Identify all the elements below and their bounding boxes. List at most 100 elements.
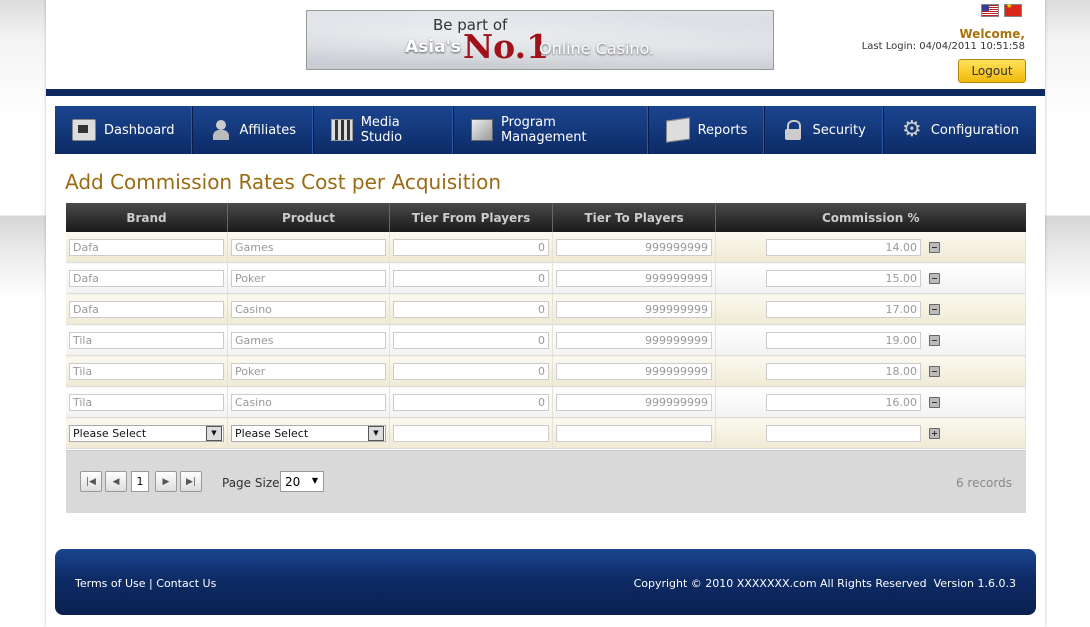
commission-field[interactable]: 17.00 bbox=[766, 300, 921, 318]
tier-from-field[interactable]: 0 bbox=[393, 331, 549, 349]
casino-banner[interactable]: Be part of Asia's No.1 Online Casino. bbox=[306, 10, 774, 70]
remove-row-icon[interactable] bbox=[929, 241, 940, 253]
tier-from-field[interactable]: 0 bbox=[393, 269, 549, 287]
column-header-commission[interactable]: Commission % bbox=[715, 203, 1026, 232]
footer-copyright: Copyright © 2010 XXXXXXX.com All Rights … bbox=[634, 577, 1016, 590]
nav-dashboard[interactable]: Dashboard bbox=[55, 106, 193, 154]
record-count: 6 records bbox=[955, 476, 1012, 490]
brand-field[interactable]: Tila bbox=[69, 362, 224, 380]
column-header-brand[interactable]: Brand bbox=[66, 203, 228, 232]
remove-row-icon[interactable] bbox=[929, 303, 940, 315]
column-header-tier-from[interactable]: Tier From Players bbox=[389, 203, 553, 232]
nav-label: Dashboard bbox=[104, 122, 175, 138]
nav-program-management[interactable]: Program Management bbox=[454, 106, 649, 154]
column-header-product[interactable]: Product bbox=[227, 203, 390, 232]
new-tier-from-input[interactable] bbox=[393, 424, 549, 442]
nav-security[interactable]: Security bbox=[765, 106, 884, 154]
table-row: Tila Games 0 999999999 19.00 bbox=[66, 324, 1026, 356]
tier-to-field[interactable]: 999999999 bbox=[556, 238, 712, 256]
next-page-icon[interactable]: ▶ bbox=[155, 471, 177, 492]
tier-to-field[interactable]: 999999999 bbox=[556, 300, 712, 318]
brand-field[interactable]: Tila bbox=[69, 393, 224, 411]
tier-from-field[interactable]: 0 bbox=[393, 238, 549, 256]
nav-media-studio[interactable]: Media Studio bbox=[314, 106, 455, 154]
dropdown-arrow-icon[interactable]: ▼ bbox=[368, 425, 384, 441]
remove-row-icon[interactable] bbox=[929, 272, 940, 284]
nav-label: Media Studio bbox=[360, 115, 403, 145]
nav-label: Program Management bbox=[500, 115, 587, 145]
new-row: Please Select ▼ Please Select ▼ bbox=[66, 417, 1026, 449]
product-field[interactable]: Casino bbox=[231, 393, 386, 411]
nav-affiliates[interactable]: Affiliates bbox=[193, 106, 315, 154]
main-nav: Dashboard Affiliates Media Studio Progra… bbox=[55, 106, 1036, 154]
remove-row-icon[interactable] bbox=[929, 334, 940, 346]
dropdown-arrow-icon[interactable]: ▼ bbox=[206, 425, 222, 441]
table-row: Tila Casino 0 999999999 16.00 bbox=[66, 386, 1026, 418]
brand-field[interactable]: Dafa bbox=[69, 238, 224, 256]
commission-field[interactable]: 15.00 bbox=[766, 269, 921, 287]
nav-label: Affiliates bbox=[239, 122, 297, 138]
page-size-label: Page Size bbox=[222, 476, 280, 490]
footer-links: Terms of Use | Contact Us bbox=[75, 577, 216, 590]
new-commission-input[interactable] bbox=[766, 424, 921, 442]
page: Be part of Asia's No.1 Online Casino. We… bbox=[46, 0, 1045, 627]
last-page-icon[interactable]: ▶| bbox=[180, 471, 202, 492]
product-field[interactable]: Poker bbox=[231, 362, 386, 380]
column-header-tier-to[interactable]: Tier To Players bbox=[552, 203, 716, 232]
contact-link[interactable]: Contact Us bbox=[156, 577, 216, 590]
commission-field[interactable]: 18.00 bbox=[766, 362, 921, 380]
product-field[interactable]: Games bbox=[231, 238, 386, 256]
commission-field[interactable]: 19.00 bbox=[766, 331, 921, 349]
copyright-text: Copyright © 2010 XXXXXXX.com All Rights … bbox=[633, 577, 927, 590]
add-row-icon[interactable] bbox=[929, 427, 940, 439]
logout-button[interactable]: Logout bbox=[958, 59, 1026, 83]
report-icon bbox=[665, 117, 690, 143]
tier-from-field[interactable]: 0 bbox=[393, 300, 549, 318]
banner-asia: Asia's bbox=[405, 37, 461, 57]
nav-reports[interactable]: Reports bbox=[649, 106, 766, 154]
commission-field[interactable]: 16.00 bbox=[766, 393, 921, 411]
product-select-value: Please Select bbox=[235, 426, 309, 440]
china-flag-icon[interactable] bbox=[1004, 2, 1022, 17]
chart-icon bbox=[471, 119, 493, 141]
product-select[interactable]: Please Select ▼ bbox=[231, 424, 386, 442]
brand-field[interactable]: Dafa bbox=[69, 300, 224, 318]
brand-select[interactable]: Please Select ▼ bbox=[69, 424, 224, 442]
nav-label: Reports bbox=[697, 122, 748, 138]
nav-label: Security bbox=[812, 122, 866, 138]
brand-select-value: Please Select bbox=[73, 426, 147, 440]
page-title: Add Commission Rates Cost per Acquisitio… bbox=[65, 170, 502, 194]
tier-to-field[interactable]: 999999999 bbox=[556, 331, 712, 349]
table-row: Dafa Poker 0 999999999 15.00 bbox=[66, 262, 1026, 294]
first-page-icon[interactable]: |◀ bbox=[80, 471, 102, 492]
remove-row-icon[interactable] bbox=[929, 365, 940, 377]
page-number-button[interactable]: 1 bbox=[131, 471, 149, 492]
product-field[interactable]: Games bbox=[231, 331, 386, 349]
clapperboard-icon bbox=[331, 119, 353, 141]
nav-configuration[interactable]: ⚙ Configuration bbox=[884, 106, 1036, 154]
lock-icon bbox=[782, 120, 804, 140]
tier-to-field[interactable]: 999999999 bbox=[556, 393, 712, 411]
tier-from-field[interactable]: 0 bbox=[393, 362, 549, 380]
tier-to-field[interactable]: 999999999 bbox=[556, 269, 712, 287]
commission-field[interactable]: 14.00 bbox=[766, 238, 921, 256]
commission-table: Brand Product Tier From Players Tier To … bbox=[66, 203, 1026, 449]
remove-row-icon[interactable] bbox=[929, 396, 940, 408]
page-size-select[interactable]: 20 ▼ bbox=[280, 471, 324, 492]
brand-field[interactable]: Tila bbox=[69, 331, 224, 349]
footer-separator: | bbox=[149, 577, 153, 590]
page-size-value: 20 bbox=[285, 474, 301, 489]
user-icon bbox=[210, 120, 232, 140]
table-row: Dafa Games 0 999999999 14.00 bbox=[66, 232, 1026, 263]
us-flag-icon[interactable] bbox=[981, 4, 999, 17]
footer: Terms of Use | Contact Us Copyright © 20… bbox=[55, 549, 1036, 615]
terms-link[interactable]: Terms of Use bbox=[75, 577, 146, 590]
tier-to-field[interactable]: 999999999 bbox=[556, 362, 712, 380]
product-field[interactable]: Casino bbox=[231, 300, 386, 318]
product-field[interactable]: Poker bbox=[231, 269, 386, 287]
new-tier-to-input[interactable] bbox=[556, 424, 712, 442]
tier-from-field[interactable]: 0 bbox=[393, 393, 549, 411]
prev-page-icon[interactable]: ◀ bbox=[105, 471, 127, 492]
brand-field[interactable]: Dafa bbox=[69, 269, 224, 287]
last-login: Last Login: 04/04/2011 10:51:58 bbox=[861, 41, 1025, 52]
